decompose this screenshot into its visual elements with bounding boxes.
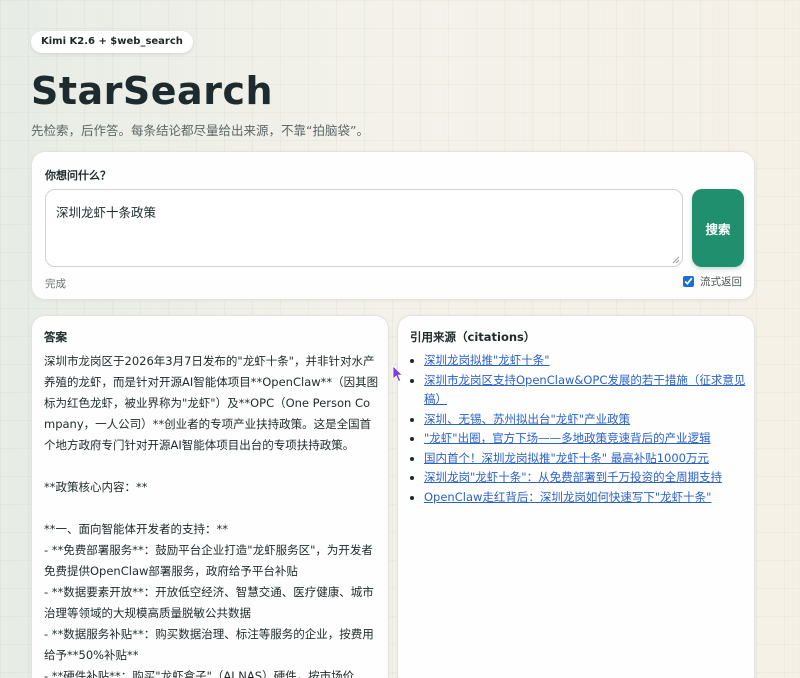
answer-heading: 答案 xyxy=(44,330,67,344)
citation-link[interactable]: 深圳市龙岗区支持OpenClaw&OPC发展的若干措施（征求意见稿） xyxy=(424,373,745,407)
citation-link[interactable]: 国内首个！深圳龙岗拟推"龙虾十条" 最高补贴1000万元 xyxy=(424,451,709,465)
citation-item: 深圳龙岗"龙虾十条"：从免费部署到千万投资的全周期支持 xyxy=(424,468,754,488)
status-text: 完成 xyxy=(45,278,66,290)
tagline: 先检索，后作答。每条结论都尽量给出来源，不靠“拍脑袋”。 xyxy=(31,123,369,138)
query-input[interactable] xyxy=(45,189,683,267)
search-button[interactable]: 搜索 xyxy=(692,189,744,267)
stream-label: 流式返回 xyxy=(700,276,742,288)
citation-item: 深圳市龙岗区支持OpenClaw&OPC发展的若干措施（征求意见稿） xyxy=(424,371,754,410)
search-label: 你想问什么？ xyxy=(45,169,111,182)
citation-item: 深圳、无锡、苏州拟出台"龙虾"产业政策 xyxy=(424,410,754,430)
citation-item: OpenClaw走红背后：深圳龙岗如何快速写下"龙虾十条" xyxy=(424,488,754,508)
answer-text: 深圳市龙岗区于2026年3月7日发布的"龙虾十条"，并非针对水产养殖的龙虾，而是… xyxy=(44,354,379,678)
citation-link[interactable]: OpenClaw走红背后：深圳龙岗如何快速写下"龙虾十条" xyxy=(424,490,711,504)
citation-link[interactable]: 深圳龙岗拟推"龙虾十条" xyxy=(424,353,550,367)
model-badge: Kimi K2.6 + $web_search xyxy=(31,31,193,53)
citation-item: 国内首个！深圳龙岗拟推"龙虾十条" 最高补贴1000万元 xyxy=(424,449,754,469)
citation-item: "龙虾"出圈，官方下场——多地政策竞速背后的产业逻辑 xyxy=(424,429,754,449)
answer-panel: 答案 深圳市龙岗区于2026年3月7日发布的"龙虾十条"，并非针对水产养殖的龙虾… xyxy=(31,315,389,678)
citation-list: 深圳龙岗拟推"龙虾十条" 深圳市龙岗区支持OpenClaw&OPC发展的若干措施… xyxy=(410,351,754,508)
citation-link[interactable]: "龙虾"出圈，官方下场——多地政策竞速背后的产业逻辑 xyxy=(424,431,711,445)
citation-item: 深圳龙岗拟推"龙虾十条" xyxy=(424,351,754,371)
stream-toggle[interactable]: 流式返回 xyxy=(683,274,742,289)
page-title: StarSearch xyxy=(31,69,274,113)
citations-heading: 引用来源（citations） xyxy=(410,330,536,344)
search-panel: 你想问什么？ 搜索 完成 流式返回 xyxy=(31,151,755,300)
citations-panel: 引用来源（citations） 深圳龙岗拟推"龙虾十条" 深圳市龙岗区支持Ope… xyxy=(397,315,755,678)
stream-checkbox[interactable] xyxy=(683,276,694,287)
citation-link[interactable]: 深圳龙岗"龙虾十条"：从免费部署到千万投资的全周期支持 xyxy=(424,470,722,484)
citation-link[interactable]: 深圳、无锡、苏州拟出台"龙虾"产业政策 xyxy=(424,412,630,426)
